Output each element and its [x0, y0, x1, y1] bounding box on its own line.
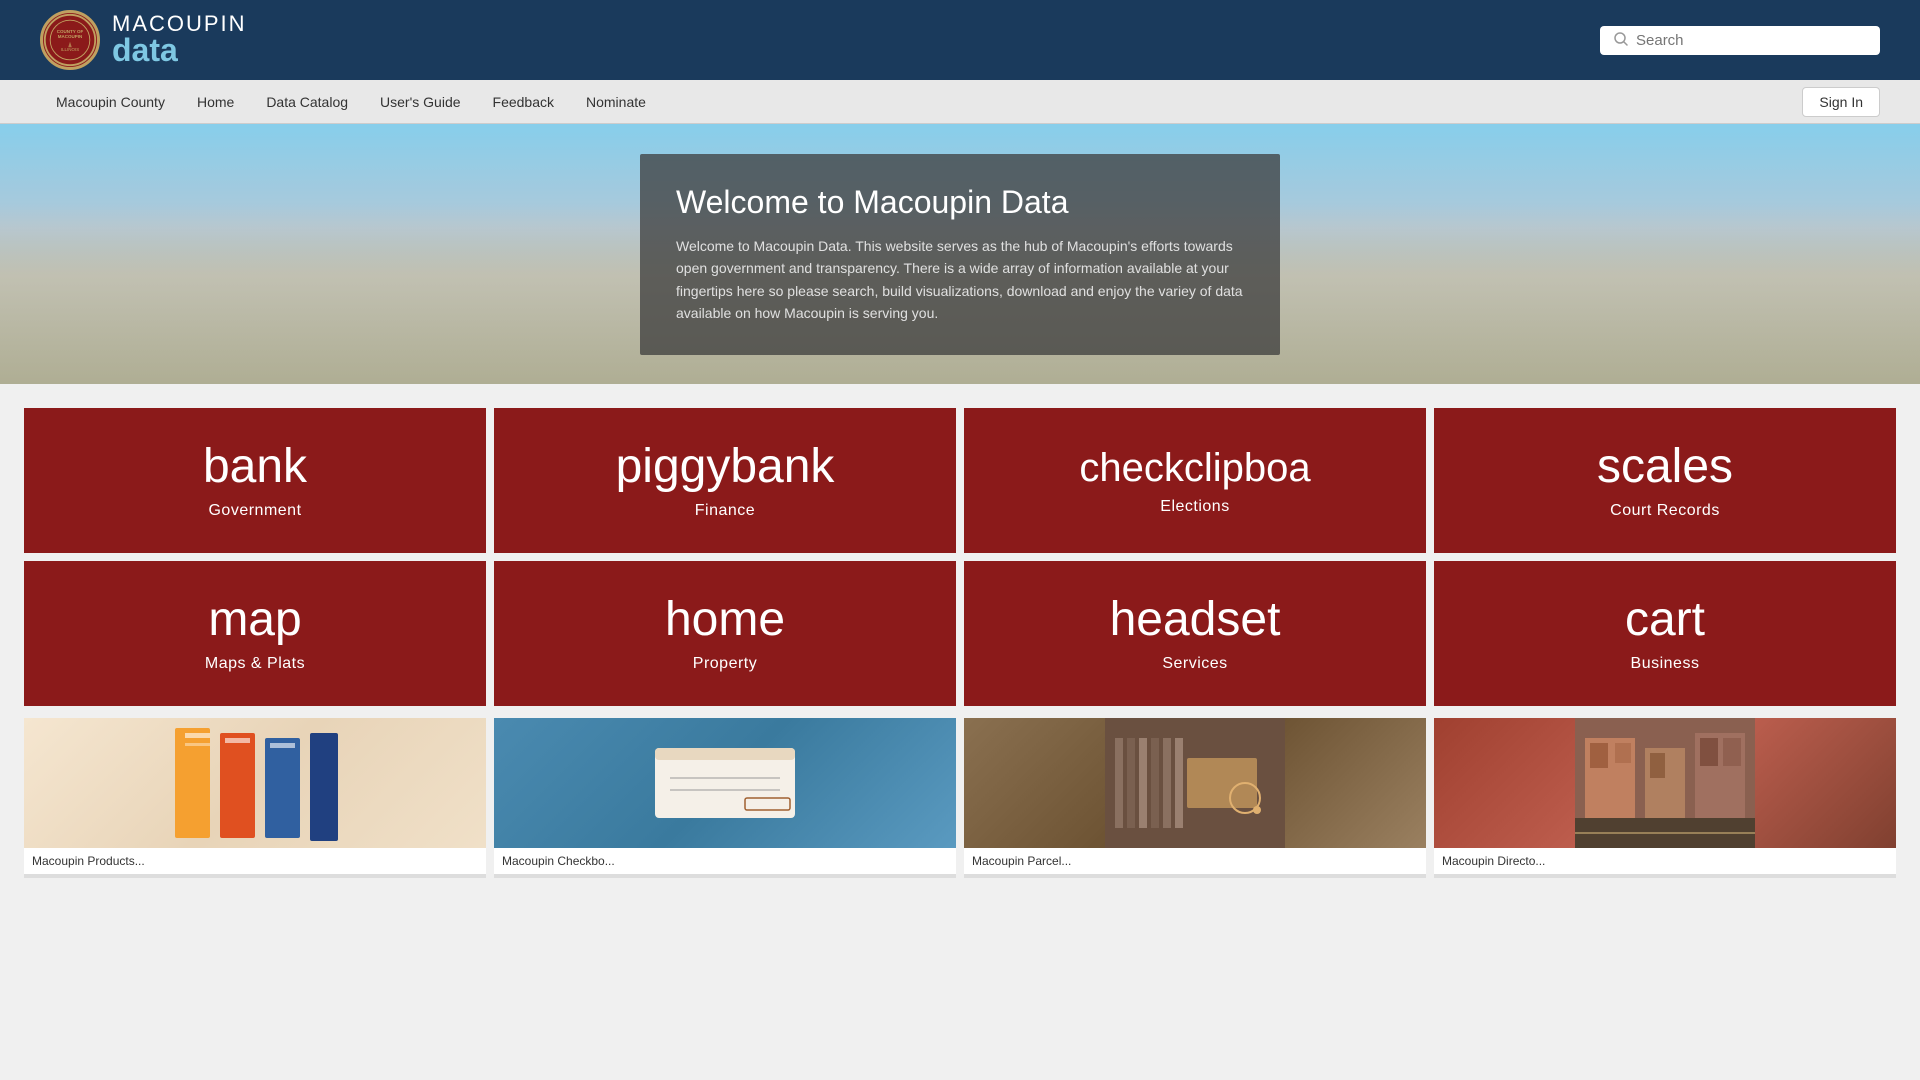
search-input[interactable] [1636, 32, 1866, 49]
svg-text:COUNTY OF: COUNTY OF [57, 29, 84, 34]
search-bar[interactable] [1600, 26, 1880, 55]
category-maps-plats[interactable]: map Maps & Plats [24, 561, 486, 706]
hero-title: Welcome to Macoupin Data [676, 184, 1244, 221]
scales-icon: scales [1597, 441, 1733, 494]
property-label: Property [693, 655, 757, 673]
category-grid-row2: map Maps & Plats home Property headset S… [0, 557, 1920, 710]
court-records-label: Court Records [1610, 502, 1720, 520]
thumbnail-street-img [1434, 718, 1896, 848]
nav-links: Macoupin County Home Data Catalog User's… [40, 80, 662, 124]
thumbnail-library-img [964, 718, 1426, 848]
finance-label: Finance [695, 502, 755, 520]
category-court-records[interactable]: scales Court Records [1434, 408, 1896, 553]
thumbnail-check-label: Macoupin Checkbo... [494, 848, 956, 874]
thumbnail-check-img [494, 718, 956, 848]
nav-macoupin-county[interactable]: Macoupin County [40, 80, 181, 124]
hero-section: Welcome to Macoupin Data Welcome to Maco… [0, 124, 1920, 384]
nav-bar: Macoupin County Home Data Catalog User's… [0, 80, 1920, 124]
nav-nominate[interactable]: Nominate [570, 80, 662, 124]
svg-text:ILLINOIS: ILLINOIS [61, 47, 80, 52]
header: COUNTY OF MACOUPIN ILLINOIS MACOUPIN dat… [0, 0, 1920, 80]
thumbnail-macoupin-products[interactable]: Macoupin Products... [24, 718, 486, 878]
logo-area[interactable]: COUNTY OF MACOUPIN ILLINOIS MACOUPIN dat… [40, 10, 247, 70]
thumbnail-directory-label: Macoupin Directo... [1434, 848, 1896, 874]
thumbnail-parcel-label: Macoupin Parcel... [964, 848, 1426, 874]
category-property[interactable]: home Property [494, 561, 956, 706]
category-services[interactable]: headset Services [964, 561, 1426, 706]
thumbnail-macoupin-directory[interactable]: Macoupin Directo... [1434, 718, 1896, 878]
thumbnail-brochures-img [24, 718, 486, 848]
logo-data: data [112, 33, 247, 68]
category-grid-row1: bank Government piggybank Finance checkc… [0, 384, 1920, 557]
thumbnail-products-label: Macoupin Products... [24, 848, 486, 874]
thumbnail-grid: Macoupin Products... Macoupin Checkbo... [0, 710, 1920, 902]
cart-icon: cart [1625, 594, 1705, 647]
svg-text:MACOUPIN: MACOUPIN [58, 34, 83, 39]
elections-label: Elections [1160, 498, 1229, 516]
piggybank-icon: piggybank [616, 441, 835, 494]
business-label: Business [1631, 655, 1700, 673]
nav-home[interactable]: Home [181, 80, 250, 124]
category-government[interactable]: bank Government [24, 408, 486, 553]
search-icon [1614, 32, 1628, 49]
nav-feedback[interactable]: Feedback [477, 80, 570, 124]
nav-data-catalog[interactable]: Data Catalog [250, 80, 364, 124]
maps-plats-label: Maps & Plats [205, 655, 305, 673]
hero-overlay: Welcome to Macoupin Data Welcome to Maco… [640, 154, 1280, 355]
home-icon: home [665, 594, 785, 647]
headset-icon: headset [1110, 594, 1281, 647]
site-logo-text: MACOUPIN data [112, 12, 247, 67]
bank-icon: bank [203, 441, 307, 494]
services-label: Services [1162, 655, 1227, 673]
map-icon: map [208, 594, 301, 647]
sign-in-button[interactable]: Sign In [1802, 87, 1880, 117]
category-finance[interactable]: piggybank Finance [494, 408, 956, 553]
government-label: Government [208, 502, 301, 520]
hero-description: Welcome to Macoupin Data. This website s… [676, 235, 1244, 325]
category-business[interactable]: cart Business [1434, 561, 1896, 706]
thumbnail-macoupin-check[interactable]: Macoupin Checkbo... [494, 718, 956, 878]
checkclipboard-icon: checkclipboard [1079, 446, 1310, 490]
category-elections[interactable]: checkclipboard Elections [964, 408, 1426, 553]
nav-users-guide[interactable]: User's Guide [364, 80, 476, 124]
county-seal: COUNTY OF MACOUPIN ILLINOIS [40, 10, 100, 70]
thumbnail-macoupin-parcel[interactable]: Macoupin Parcel... [964, 718, 1426, 878]
